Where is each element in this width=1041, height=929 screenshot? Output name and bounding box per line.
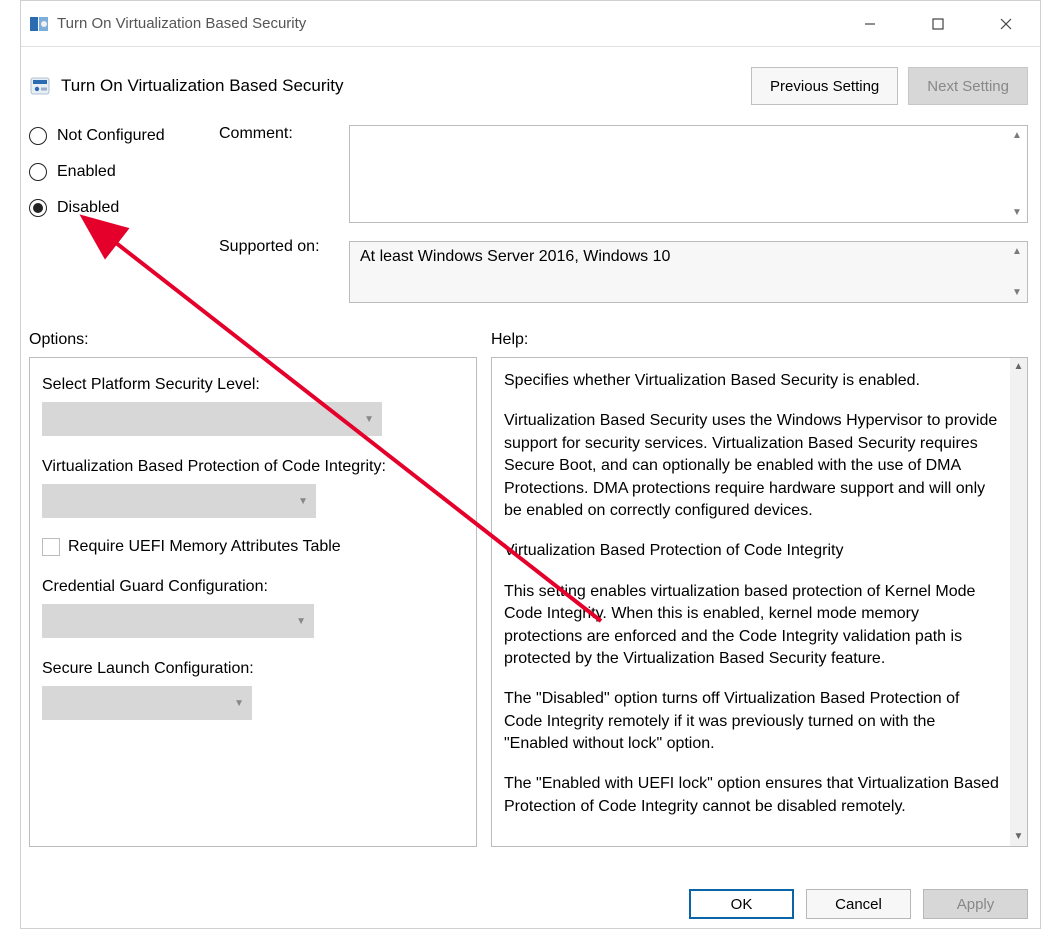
field-column: ▲ ▼ At least Windows Server 2016, Window… [349, 125, 1028, 303]
policy-dialog: Turn On Virtualization Based Security [20, 0, 1041, 929]
chevron-down-icon: ▼ [234, 698, 244, 709]
chevron-down-icon: ▼ [364, 414, 374, 425]
dialog-footer: OK Cancel Apply [21, 880, 1040, 928]
previous-setting-button[interactable]: Previous Setting [751, 67, 898, 105]
radio-not-configured[interactable]: Not Configured [29, 127, 219, 145]
titlebar-left: Turn On Virtualization Based Security [29, 14, 306, 34]
secure-launch-label: Secure Launch Configuration: [42, 660, 464, 678]
label-column: Comment: Supported on: [219, 125, 349, 303]
credential-guard-label: Credential Guard Configuration: [42, 578, 464, 596]
radio-icon [29, 163, 47, 181]
radio-icon [29, 199, 47, 217]
help-heading: Virtualization Based Protection of Code … [504, 540, 1001, 562]
scroll-up-icon: ▲ [1012, 130, 1022, 141]
help-scrollbar[interactable]: ▲ ▼ [1010, 358, 1027, 846]
policy-icon [29, 75, 51, 97]
checkbox-icon [42, 538, 60, 556]
scroll-down-icon: ▼ [1012, 207, 1022, 218]
secure-launch-combo[interactable]: ▼ [42, 686, 252, 720]
close-button[interactable] [972, 1, 1040, 46]
help-paragraph: Specifies whether Virtualization Based S… [504, 370, 1001, 392]
apply-button: Apply [923, 889, 1028, 919]
radio-icon [29, 127, 47, 145]
titlebar: Turn On Virtualization Based Security [21, 1, 1040, 47]
panels: Select Platform Security Level: ▼ Virtua… [21, 357, 1040, 847]
supported-on-value: At least Windows Server 2016, Windows 10 [360, 248, 670, 265]
chevron-down-icon: ▼ [296, 616, 306, 627]
radio-column: Not Configured Enabled Disabled [29, 125, 219, 303]
radio-label: Enabled [57, 163, 116, 181]
window-icon [29, 14, 49, 34]
radio-label: Not Configured [57, 127, 165, 145]
platform-security-level-label: Select Platform Security Level: [42, 376, 464, 394]
help-label: Help: [491, 331, 528, 349]
uefi-memory-attributes-checkbox-row[interactable]: Require UEFI Memory Attributes Table [42, 538, 464, 556]
vbp-code-integrity-combo[interactable]: ▼ [42, 484, 316, 518]
header-left: Turn On Virtualization Based Security [29, 75, 344, 97]
maximize-button[interactable] [904, 1, 972, 46]
help-paragraph: This setting enables virtualization base… [504, 581, 1001, 671]
comment-textarea[interactable]: ▲ ▼ [349, 125, 1028, 223]
state-section: Not Configured Enabled Disabled Comment:… [21, 115, 1040, 303]
minimize-button[interactable] [836, 1, 904, 46]
supported-on-textbox: At least Windows Server 2016, Windows 10… [349, 241, 1028, 303]
help-panel: Specifies whether Virtualization Based S… [491, 357, 1028, 847]
options-panel: Select Platform Security Level: ▼ Virtua… [29, 357, 477, 847]
supported-scrollbar[interactable]: ▲ ▼ [1009, 246, 1025, 298]
help-paragraph: Virtualization Based Security uses the W… [504, 410, 1001, 522]
ok-button[interactable]: OK [689, 889, 794, 919]
window-controls [836, 1, 1040, 46]
comment-scrollbar[interactable]: ▲ ▼ [1009, 130, 1025, 218]
vbp-code-integrity-label: Virtualization Based Protection of Code … [42, 458, 464, 476]
platform-security-level-combo[interactable]: ▼ [42, 402, 382, 436]
cancel-button[interactable]: Cancel [806, 889, 911, 919]
radio-enabled[interactable]: Enabled [29, 163, 219, 181]
scroll-down-icon: ▼ [1012, 287, 1022, 298]
radio-disabled[interactable]: Disabled [29, 199, 219, 217]
next-setting-button: Next Setting [908, 67, 1028, 105]
scroll-up-icon: ▲ [1012, 246, 1022, 257]
supported-label: Supported on: [219, 238, 349, 256]
chevron-down-icon: ▼ [298, 496, 308, 507]
header-row: Turn On Virtualization Based Security Pr… [21, 47, 1040, 115]
options-label: Options: [29, 331, 491, 349]
radio-label: Disabled [57, 199, 119, 217]
section-labels: Options: Help: [21, 303, 1040, 357]
credential-guard-combo[interactable]: ▼ [42, 604, 314, 638]
nav-buttons: Previous Setting Next Setting [751, 67, 1028, 105]
policy-title: Turn On Virtualization Based Security [61, 76, 344, 96]
window-title: Turn On Virtualization Based Security [57, 15, 306, 32]
help-paragraph: The "Disabled" option turns off Virtuali… [504, 688, 1001, 755]
checkbox-label: Require UEFI Memory Attributes Table [68, 538, 341, 556]
scroll-up-icon[interactable]: ▲ [1010, 358, 1027, 376]
scroll-down-icon[interactable]: ▼ [1010, 828, 1027, 846]
background-window-strip [0, 0, 20, 929]
help-paragraph: The "Enabled with UEFI lock" option ensu… [504, 773, 1001, 818]
comment-label: Comment: [219, 125, 349, 143]
